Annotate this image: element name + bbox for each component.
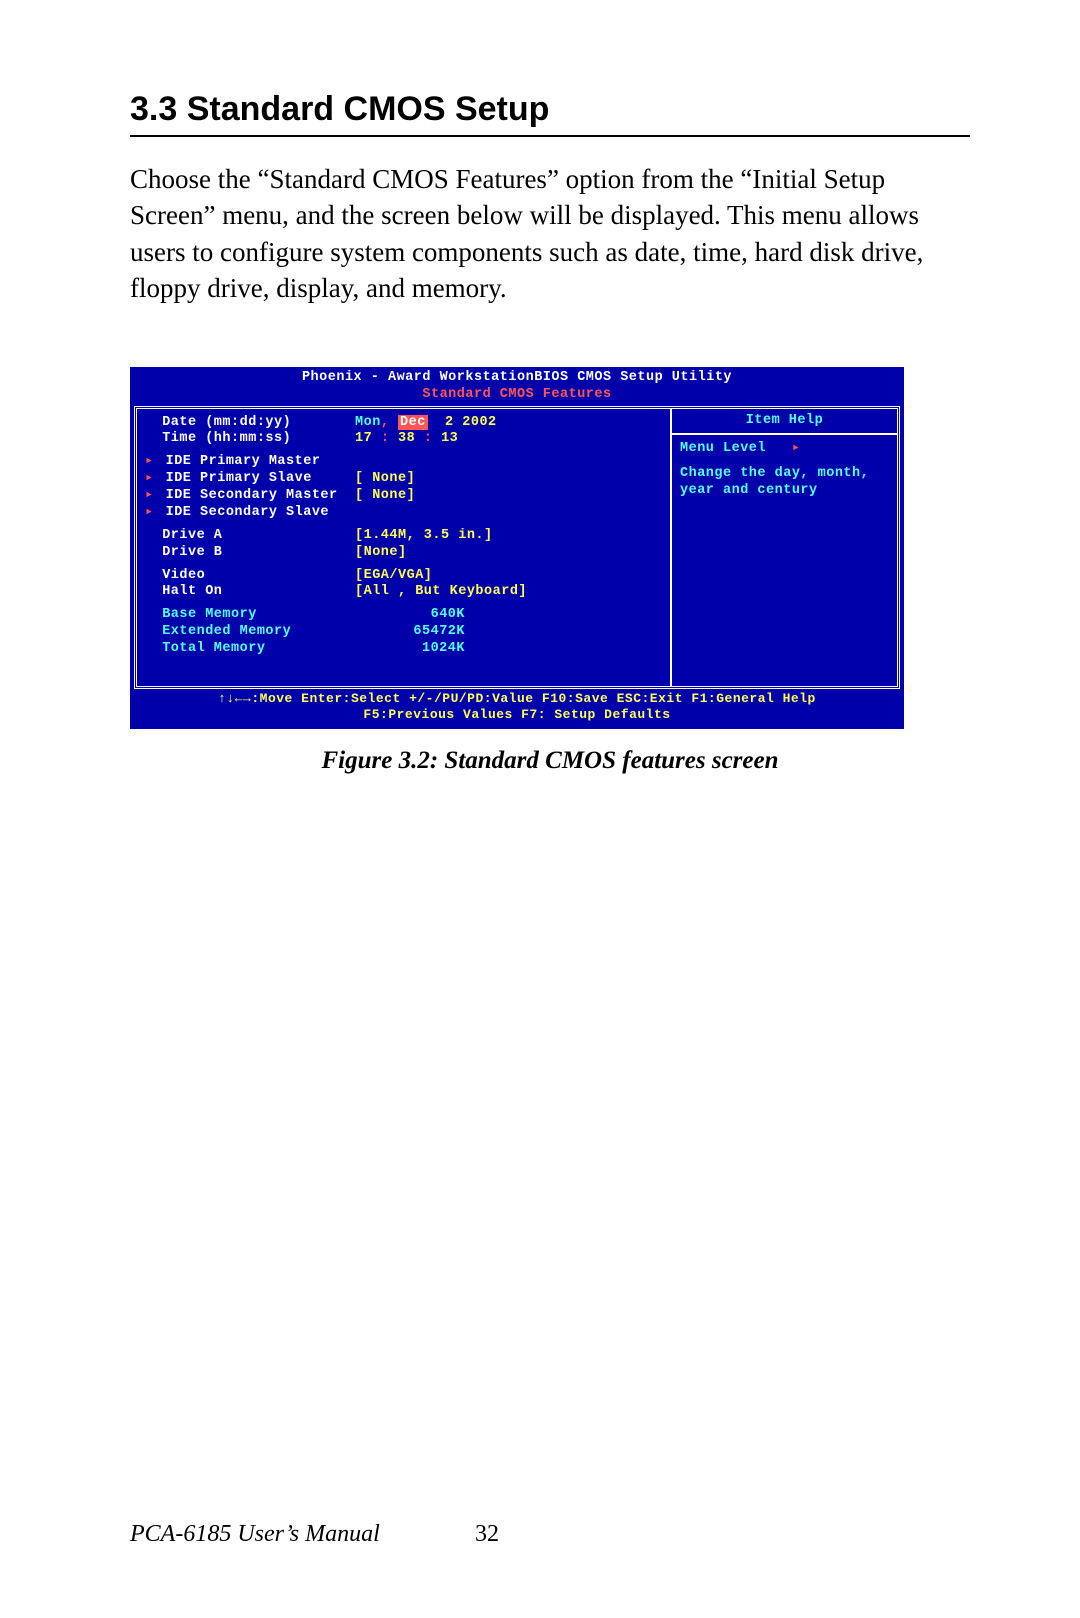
page-number: 32	[475, 1521, 499, 1548]
row-base-memory: Base Memory 640K	[145, 607, 662, 624]
body-paragraph: Choose the “Standard CMOS Features” opti…	[130, 161, 970, 307]
row-ide-secondary-slave[interactable]: ▸ IDE Secondary Slave	[145, 505, 662, 522]
row-ide-primary-slave[interactable]: ▸ IDE Primary Slave [ None]	[145, 471, 662, 488]
row-drive-a[interactable]: Drive A [1.44M, 3.5 in.]	[145, 528, 662, 545]
bios-subtitle: Standard CMOS Features	[132, 387, 902, 406]
help-text: Change the day, month, year and century	[680, 466, 889, 500]
row-ide-primary-master[interactable]: ▸ IDE Primary Master	[145, 454, 662, 471]
row-time[interactable]: Time (hh:mm:ss) 17 : 38 : 13	[145, 431, 662, 448]
bios-legend: ↑↓←→:Move Enter:Select +/-/PU/PD:Value F…	[132, 689, 902, 728]
page-footer: PCA-6185 User’s Manual 32	[130, 1521, 950, 1548]
row-total-memory: Total Memory 1024K	[145, 641, 662, 658]
row-extended-memory: Extended Memory 65472K	[145, 624, 662, 641]
bios-left-pane: Date (mm:dd:yy) Mon, Dec 2 2002 Time (hh…	[137, 409, 672, 686]
bios-screenshot: Phoenix - Award WorkstationBIOS CMOS Set…	[130, 367, 904, 730]
row-date[interactable]: Date (mm:dd:yy) Mon, Dec 2 2002	[145, 415, 662, 432]
section-rule	[130, 135, 970, 137]
row-ide-secondary-master[interactable]: ▸ IDE Secondary Master [ None]	[145, 488, 662, 505]
help-title: Item Help	[672, 409, 897, 436]
figure-caption: Figure 3.2: Standard CMOS features scree…	[130, 747, 970, 775]
row-halt-on[interactable]: Halt On [All , But Keyboard]	[145, 584, 662, 601]
row-video[interactable]: Video [EGA/VGA]	[145, 568, 662, 585]
section-heading: 3.3 Standard CMOS Setup	[130, 90, 970, 129]
bios-title: Phoenix - Award WorkstationBIOS CMOS Set…	[132, 369, 902, 387]
manual-title: PCA-6185 User’s Manual	[130, 1521, 380, 1547]
menu-level: Menu Level ▸	[680, 441, 889, 458]
row-drive-b[interactable]: Drive B [None]	[145, 545, 662, 562]
bios-help-pane: Item Help Menu Level ▸ Change the day, m…	[672, 409, 897, 686]
